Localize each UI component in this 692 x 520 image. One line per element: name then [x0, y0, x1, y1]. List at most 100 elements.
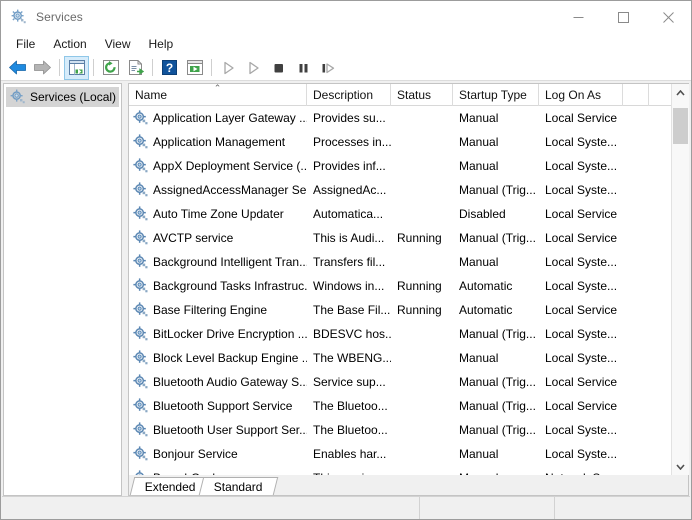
menu-view[interactable]: View: [96, 34, 140, 54]
cell-startup: Manual (Trig...: [453, 394, 539, 418]
properties-button[interactable]: [182, 56, 207, 80]
refresh-icon: [103, 60, 119, 75]
scroll-down-button[interactable]: [672, 458, 689, 475]
column-header-name[interactable]: Name⌃: [129, 84, 307, 106]
cell-text: Local Syste...: [545, 159, 617, 173]
menu-help[interactable]: Help: [140, 34, 183, 54]
stop-service-icon: [272, 61, 285, 75]
window-controls: [556, 1, 691, 33]
service-row[interactable]: BranchCacheThis service ...ManualNetwork…: [129, 466, 671, 475]
show-hide-console-tree-button[interactable]: [64, 56, 89, 80]
svg-text:?: ?: [166, 61, 173, 75]
cell-name: Bonjour Service: [129, 442, 307, 466]
column-header-spacer[interactable]: [623, 84, 649, 106]
close-button[interactable]: [646, 1, 691, 33]
services-gear-icon: [133, 374, 149, 390]
cell-startup: Manual: [453, 346, 539, 370]
service-row[interactable]: Background Tasks Infrastruc...Windows in…: [129, 274, 671, 298]
cell-text: AppX Deployment Service (...: [153, 159, 307, 173]
cell-description: Processes in...: [307, 130, 391, 154]
service-row[interactable]: Auto Time Zone UpdaterAutomatica...Disab…: [129, 202, 671, 226]
service-row[interactable]: Bluetooth User Support Ser...The Bluetoo…: [129, 418, 671, 442]
cell-status: [391, 250, 453, 274]
forward-button[interactable]: [30, 56, 55, 80]
help-icon: ?: [162, 60, 177, 75]
start-service-button[interactable]: [216, 56, 241, 80]
column-header-log-on-as[interactable]: Log On As: [539, 84, 623, 106]
forward-arrow-icon: [33, 60, 52, 75]
services-window: Services File Action View: [0, 0, 692, 520]
cell-text: BDESVC hos...: [313, 327, 391, 341]
cell-text: Application Layer Gateway ...: [153, 111, 307, 125]
vertical-scrollbar[interactable]: [671, 84, 688, 475]
service-row[interactable]: Bonjour ServiceEnables har...ManualLocal…: [129, 442, 671, 466]
scrollbar-track[interactable]: [672, 101, 689, 458]
menu-action[interactable]: Action: [44, 34, 95, 54]
back-button[interactable]: [5, 56, 30, 80]
scroll-up-button[interactable]: [672, 84, 689, 101]
column-header-status[interactable]: Status: [391, 84, 453, 106]
pause-service-button[interactable]: [291, 56, 316, 80]
export-list-button[interactable]: [123, 56, 148, 80]
column-header-label: Log On As: [545, 88, 601, 102]
restart-service-icon: [321, 61, 336, 75]
tree-item-services-local[interactable]: Services (Local): [6, 87, 119, 107]
status-pane-secondary: [420, 497, 555, 519]
service-row[interactable]: AVCTP serviceThis is Audi...RunningManua…: [129, 226, 671, 250]
cell-text: Running: [397, 231, 442, 245]
service-row[interactable]: Application Layer Gateway ...Provides su…: [129, 106, 671, 130]
cell-logon: Local Service: [539, 370, 623, 394]
cell-text: AssignedAccessManager Se...: [153, 183, 307, 197]
resume-service-button[interactable]: [241, 56, 266, 80]
toolbar-separator: [93, 59, 94, 76]
service-row[interactable]: Block Level Backup Engine ...The WBENG..…: [129, 346, 671, 370]
refresh-button[interactable]: [98, 56, 123, 80]
cell-startup: Manual: [453, 442, 539, 466]
service-row[interactable]: Background Intelligent Tran...Transfers …: [129, 250, 671, 274]
cell-text: Local Service: [545, 207, 617, 221]
service-row[interactable]: Bluetooth Audio Gateway S...Service sup.…: [129, 370, 671, 394]
cell-status: [391, 322, 453, 346]
cell-text: Local Syste...: [545, 351, 617, 365]
service-row[interactable]: Bluetooth Support ServiceThe Bluetoo...M…: [129, 394, 671, 418]
minimize-button[interactable]: [556, 1, 601, 33]
chevron-down-icon: [676, 464, 685, 470]
cell-text: AssignedAc...: [313, 183, 386, 197]
chevron-up-icon: [676, 90, 685, 96]
cell-name: Auto Time Zone Updater: [129, 202, 307, 226]
stop-service-button[interactable]: [266, 56, 291, 80]
cell-text: Local Syste...: [545, 279, 617, 293]
cell-status: [391, 202, 453, 226]
column-header-startup-type[interactable]: Startup Type: [453, 84, 539, 106]
title-bar: Services: [1, 1, 691, 33]
cell-description: AssignedAc...: [307, 178, 391, 202]
menu-file[interactable]: File: [7, 34, 44, 54]
cell-logon: Local Syste...: [539, 130, 623, 154]
service-row[interactable]: Base Filtering EngineThe Base Fil...Runn…: [129, 298, 671, 322]
cell-status: [391, 154, 453, 178]
cell-name: BitLocker Drive Encryption ...: [129, 322, 307, 346]
cell-name: Bluetooth Support Service: [129, 394, 307, 418]
cell-description: The Base Fil...: [307, 298, 391, 322]
cell-text: This is Audi...: [313, 231, 384, 245]
cell-text: Automatica...: [313, 207, 383, 221]
cell-name: Application Management: [129, 130, 307, 154]
service-row[interactable]: AssignedAccessManager Se... AssignedAc...…: [129, 178, 671, 202]
tab-standard[interactable]: Standard: [198, 477, 277, 495]
cell-status: [391, 178, 453, 202]
help-button[interactable]: ?: [157, 56, 182, 80]
column-header-label: Description: [313, 88, 373, 102]
cell-description: Automatica...: [307, 202, 391, 226]
resume-service-icon: [247, 61, 260, 75]
restart-service-button[interactable]: [316, 56, 341, 80]
services-gear-icon: [133, 446, 149, 462]
service-row[interactable]: Application ManagementProcesses in...Man…: [129, 130, 671, 154]
maximize-button[interactable]: [601, 1, 646, 33]
cell-description: Transfers fil...: [307, 250, 391, 274]
cell-text: Processes in...: [313, 135, 391, 149]
scrollbar-thumb[interactable]: [673, 108, 688, 144]
service-row[interactable]: AppX Deployment Service (...Provides inf…: [129, 154, 671, 178]
cell-description: Service sup...: [307, 370, 391, 394]
service-row[interactable]: BitLocker Drive Encryption ... BDESVC hos…: [129, 322, 671, 346]
column-header-description[interactable]: Description: [307, 84, 391, 106]
